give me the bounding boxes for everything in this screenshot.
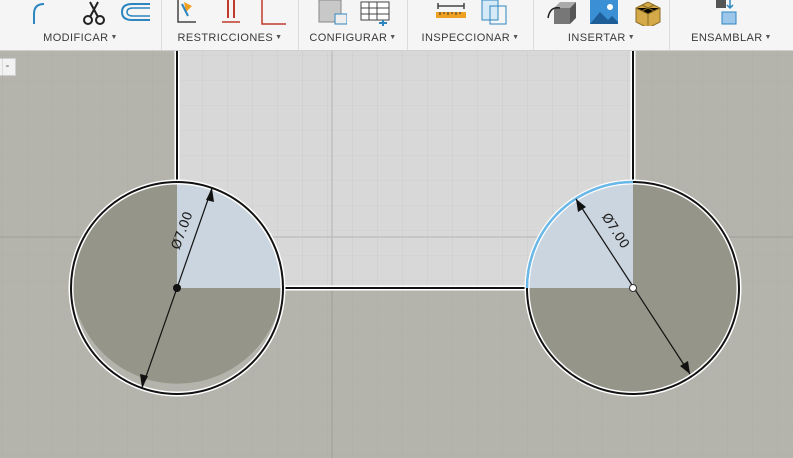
chevron-down-icon: ▼ (389, 34, 397, 41)
right-center-point[interactable] (629, 284, 637, 292)
constraints-menu[interactable]: RESTRICCIONES ▼ (162, 32, 298, 44)
insert-group: INSERTAR ▼ (534, 0, 670, 50)
measure-icon[interactable] (434, 0, 466, 26)
insert-label: INSERTAR (567, 32, 626, 44)
sketch-canvas[interactable]: Ø7.00 Ø7.00 (0, 51, 793, 458)
assemble-label: ENSAMBLAR (691, 32, 763, 44)
modify-group: MODIFICAR ▼ (0, 0, 162, 50)
modify-menu[interactable]: MODIFICAR ▼ (0, 32, 161, 44)
chevron-down-icon: ▼ (275, 34, 283, 41)
constraints-group: RESTRICCIONES ▼ (162, 0, 299, 50)
inspect-group: INSPECCIONAR ▼ (408, 0, 534, 50)
configure-menu[interactable]: CONFIGURAR ▼ (299, 32, 407, 44)
modify-label: MODIFICAR (43, 32, 109, 44)
configure-group: CONFIGURAR ▼ (299, 0, 408, 50)
interference-icon[interactable] (478, 0, 510, 26)
offset-icon[interactable] (118, 0, 152, 26)
assemble-menu[interactable]: ENSAMBLAR ▼ (670, 32, 793, 44)
horizontal-vertical-constraint-icon[interactable] (214, 0, 246, 26)
left-center-point[interactable] (173, 284, 181, 292)
constraints-label: RESTRICCIONES (177, 32, 274, 44)
chevron-down-icon: ▼ (627, 34, 636, 41)
insert-mesh-icon[interactable] (632, 0, 664, 29)
insert-image-icon[interactable] (588, 0, 620, 26)
insert-derive-icon[interactable] (546, 0, 578, 26)
configure-label: CONFIGURAR (309, 32, 388, 44)
table-icon[interactable] (359, 0, 391, 26)
fix-constraint-icon[interactable] (172, 0, 204, 26)
sketch-palette-icon[interactable] (315, 0, 348, 26)
chevron-down-icon: ▼ (764, 34, 772, 41)
perpendicular-constraint-icon[interactable] (256, 0, 288, 26)
new-component-icon[interactable] (712, 0, 744, 26)
inspect-label: INSPECCIONAR (421, 32, 511, 44)
toolbar: MODIFICAR ▼ RESTRICCIONES ▼ CONFIGURAR ▼ I (0, 0, 793, 51)
assemble-group: ENSAMBLAR ▼ (670, 0, 793, 50)
insert-menu[interactable]: INSERTAR ▼ (534, 32, 669, 44)
chevron-down-icon: ▼ (512, 34, 520, 41)
trim-icon[interactable] (78, 0, 110, 26)
chevron-down-icon: ▼ (110, 34, 118, 41)
inspect-menu[interactable]: INSPECCIONAR ▼ (408, 32, 533, 44)
fillet-icon[interactable] (26, 0, 58, 26)
